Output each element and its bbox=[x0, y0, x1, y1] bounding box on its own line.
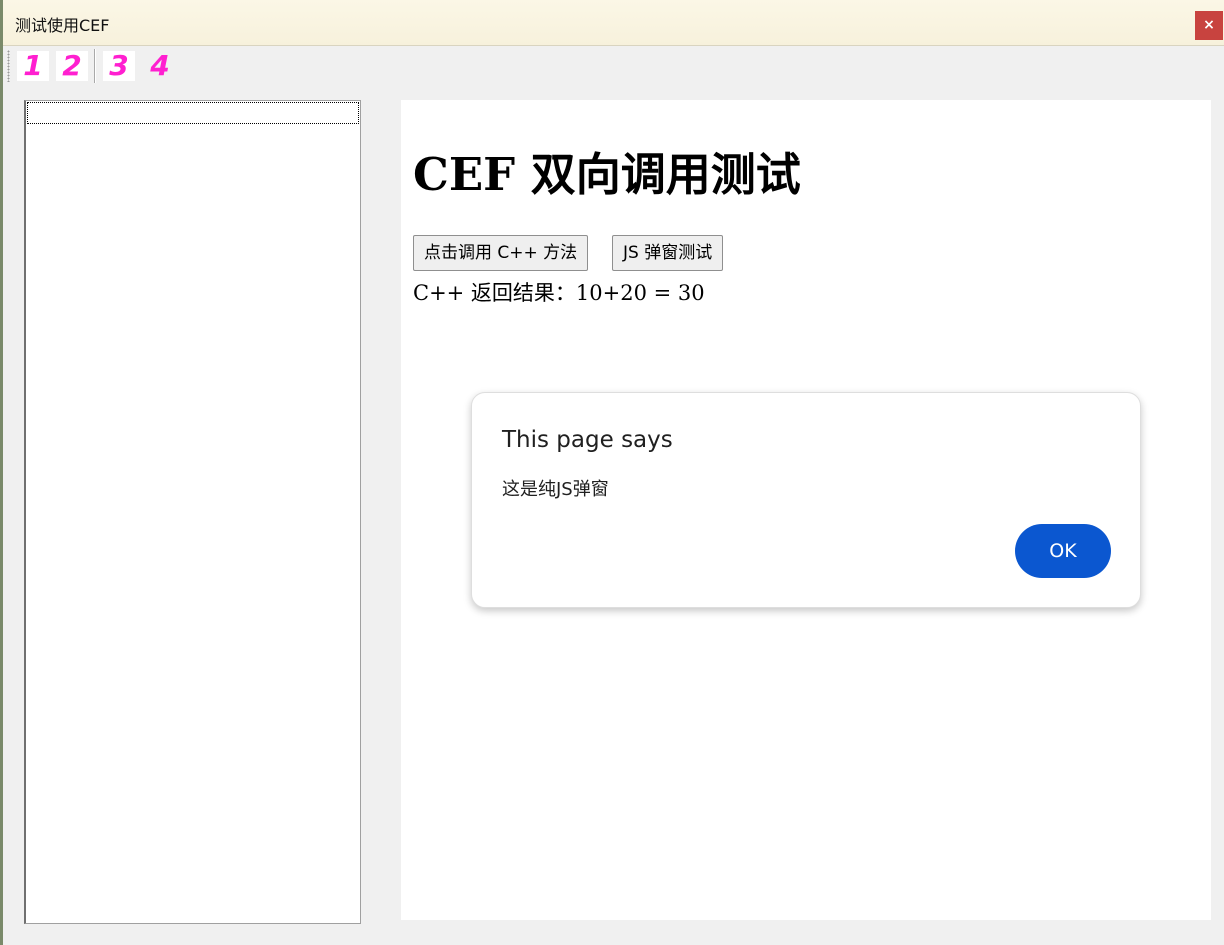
call-cpp-button[interactable]: 点击调用 C++ 方法 bbox=[413, 235, 589, 271]
app-window: 测试使用CEF × 1 2 3 4 CEF 双向调用测试 点击调用 C++ 方法… bbox=[0, 0, 1224, 945]
title-bar[interactable]: 测试使用CEF × bbox=[3, 0, 1224, 46]
toolbar-button-3[interactable]: 3 bbox=[103, 51, 135, 81]
js-alert-button[interactable]: JS 弹窗测试 bbox=[612, 235, 724, 271]
toolbar: 1 2 3 4 bbox=[3, 46, 1224, 86]
cpp-result-text: C++ 返回结果：10+20 = 30 bbox=[413, 281, 705, 305]
toolbar-button-1[interactable]: 1 bbox=[17, 51, 49, 81]
close-button[interactable]: × bbox=[1195, 11, 1223, 40]
toolbar-button-2[interactable]: 2 bbox=[56, 51, 88, 81]
dialog-message: 这是纯JS弹窗 bbox=[502, 479, 609, 500]
toolbar-grip[interactable] bbox=[7, 50, 10, 82]
dialog-ok-button[interactable]: OK bbox=[1015, 524, 1111, 578]
alert-dialog: This page says 这是纯JS弹窗 OK bbox=[471, 392, 1141, 608]
list-item[interactable] bbox=[27, 102, 359, 124]
page-heading: CEF 双向调用测试 bbox=[413, 148, 801, 201]
list-box[interactable] bbox=[24, 100, 361, 924]
close-icon: × bbox=[1203, 17, 1215, 33]
toolbar-button-4[interactable]: 4 bbox=[144, 51, 176, 81]
toolbar-separator bbox=[94, 49, 96, 83]
dialog-title: This page says bbox=[502, 427, 673, 453]
window-title: 测试使用CEF bbox=[15, 16, 110, 35]
